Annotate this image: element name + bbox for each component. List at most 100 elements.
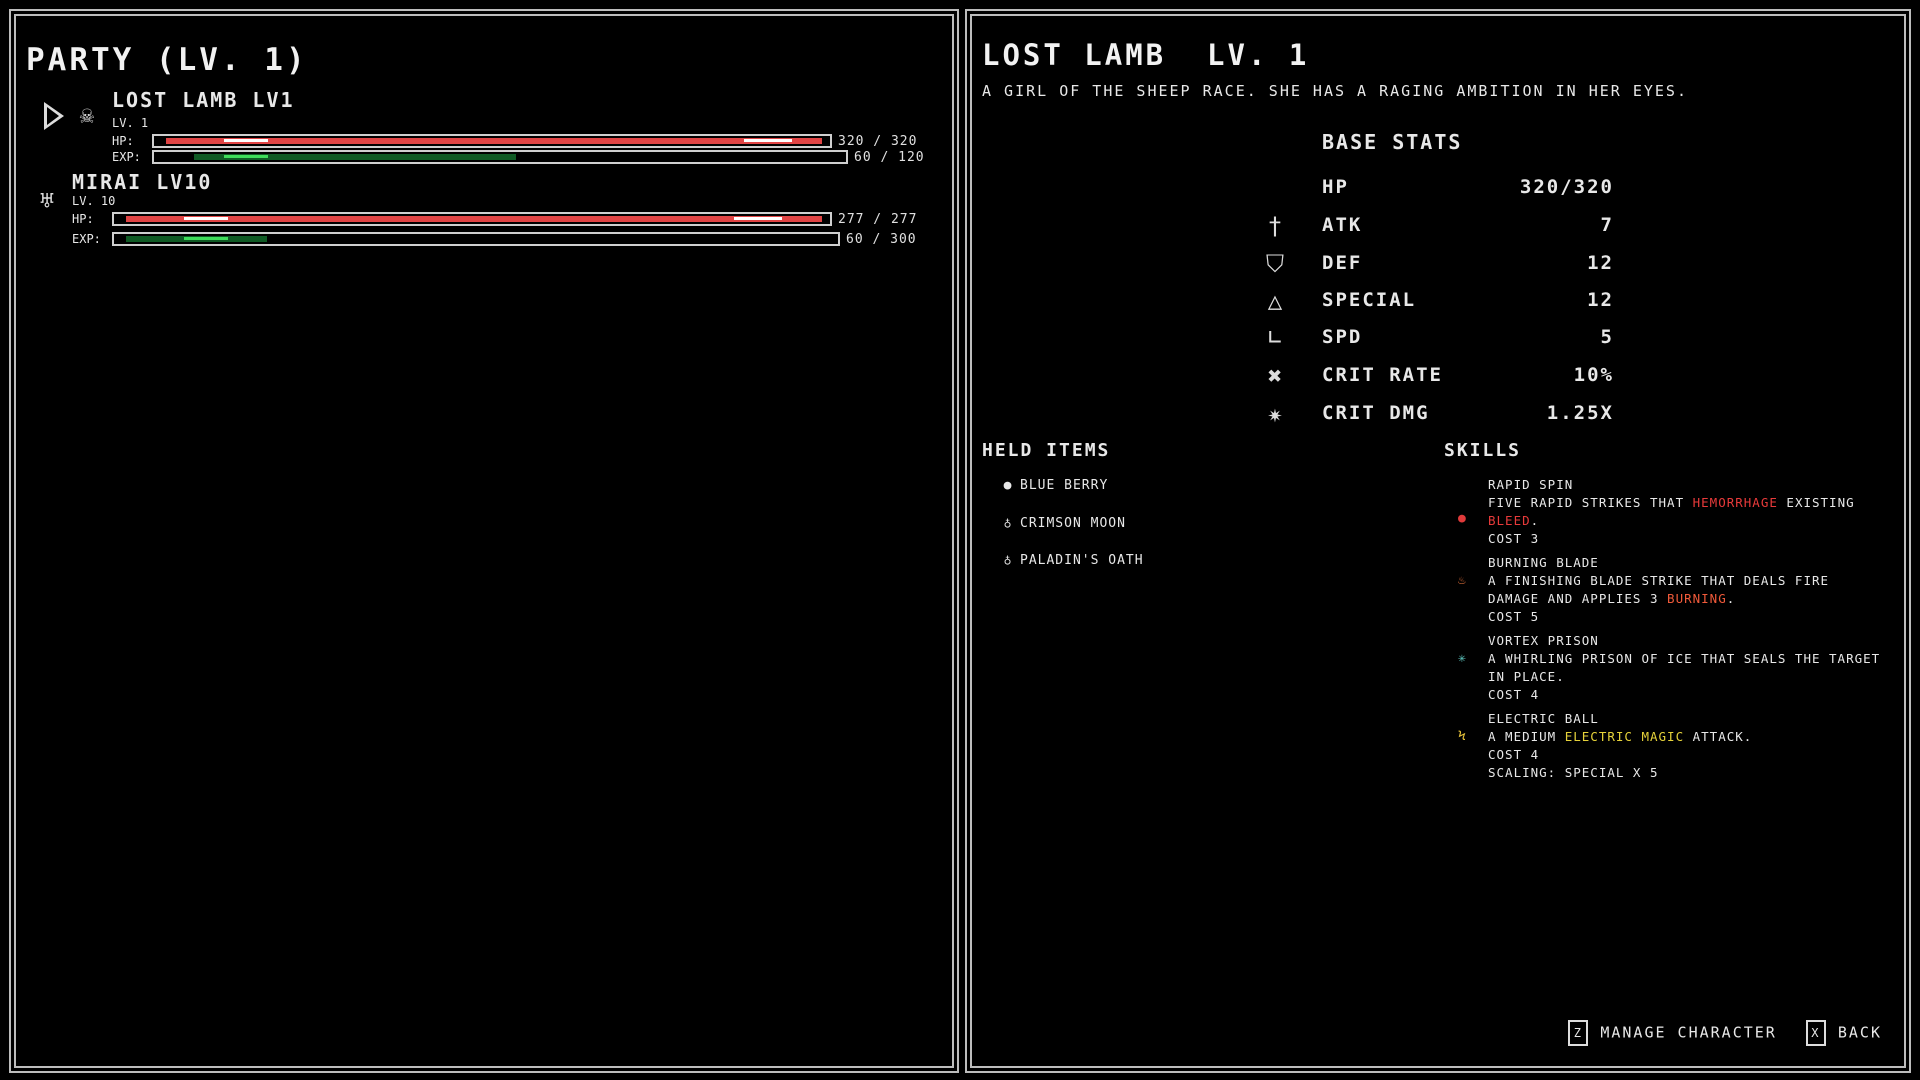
exp-label: EXP: [72,232,101,246]
flask-icon: △ [1267,287,1285,315]
skills-title: SKILLS [1444,440,1522,461]
hp-value: 277 / 277 [838,212,918,227]
skill-text: BURNING BLADE A FINISHING BLADE STRIKE T… [1488,554,1888,626]
snowflake-icon: ✳ [1458,651,1467,666]
member-name: MIRAI LV10 [72,170,213,194]
skill-description: A WHIRLING PRISON OF ICE THAT SEALS THE … [1488,651,1881,684]
held-item[interactable]: ♁ CRIMSON MOON [1000,516,1126,531]
back-button[interactable]: BACK [1838,1024,1882,1042]
hp-bar [112,212,832,226]
stat-value: 12 [1587,252,1614,274]
stat-value: 5 [1600,326,1614,348]
hp-bar-highlight [744,139,792,142]
sword-icon: † [1267,212,1285,240]
exp-bar-highlight [184,237,228,240]
character-title: LOST LAMB LV. 1 [982,38,1310,72]
keyword-electric-magic: ELECTRIC MAGIC [1564,729,1685,744]
skill-name: ELECTRIC BALL [1488,711,1599,726]
stat-special: △ SPECIAL 12 [1262,287,1614,317]
skill-desc-text: ATTACK. [1684,729,1753,744]
character-detail-panel: LOST LAMB LV. 1 A GIRL OF THE SHEEP RACE… [965,9,1911,1073]
manage-character-button[interactable]: MANAGE CHARACTER [1600,1024,1777,1042]
stat-crit-dmg: ✷ CRIT DMG 1.25X [1262,400,1614,430]
berry-icon: ● [1003,478,1013,493]
skill-text: ELECTRIC BALL A MEDIUM ELECTRIC MAGIC AT… [1488,710,1888,782]
stat-value: 320/320 [1519,176,1614,198]
member-name: LOST LAMB LV1 [112,88,295,112]
shield-icon: ⛉ [1266,250,1286,278]
exp-value: 60 / 120 [854,150,925,165]
party-member-lost-lamb[interactable]: ☠ LOST LAMB LV1 LV. 1 HP: EXP: 320 / 320… [16,88,956,174]
stat-name: ATK [1322,214,1363,236]
exp-label: EXP: [112,150,141,164]
stat-name: SPECIAL [1322,289,1417,311]
skill-desc-text: A FINISHING BLADE STRIKE THAT DEALS FIRE… [1488,573,1830,606]
x-key-icon: X [1805,1020,1826,1046]
skill-desc-text: FIVE RAPID STRIKES THAT [1488,495,1693,510]
skill-name: VORTEX PRISON [1488,633,1599,648]
hp-bar-highlight [184,217,228,220]
held-item[interactable]: ♁ PALADIN'S OATH [1000,553,1144,568]
pendant-icon: ♁ [1003,516,1013,531]
keyword-burning: BURNING [1667,591,1727,606]
held-items-title: HELD ITEMS [982,440,1111,461]
skill-cost: COST 5 [1488,609,1540,624]
hp-bar [152,134,832,148]
stat-def: ⛉ DEF 12 [1262,250,1614,280]
skill-scaling: SCALING: SPECIAL X 5 [1488,765,1659,780]
horned-character-icon: ♅ [39,187,55,215]
held-item[interactable]: ● BLUE BERRY [1000,478,1108,493]
blood-drop-icon: ● [1458,511,1467,526]
skill-cost: COST 4 [1488,687,1540,702]
skill-description: A MEDIUM ELECTRIC MAGIC ATTACK. [1488,728,1888,746]
stat-value: 1.25X [1546,402,1614,424]
held-item-name: PALADIN'S OATH [1020,553,1144,568]
skill-desc-text: A MEDIUM [1488,729,1565,744]
held-item-name: BLUE BERRY [1020,478,1109,493]
hp-label: HP: [112,134,134,148]
pendant-icon: ♁ [1003,553,1013,568]
control-hints: Z MANAGE CHARACTER X BACK [1550,1020,1882,1046]
sheep-icon: ☠ [79,101,95,129]
keyword-hemorrhage: HEMORRHAGE [1692,495,1778,510]
held-item-name: CRIMSON MOON [1020,516,1126,531]
skill-text: VORTEX PRISON A WHIRLING PRISON OF ICE T… [1488,632,1888,704]
hp-bar-fill [126,216,822,222]
stat-name: DEF [1322,252,1363,274]
base-stats-title: BASE STATS [1322,130,1463,154]
z-key-icon: Z [1568,1020,1589,1046]
party-panel: PARTY (LV. 1) ☠ LOST LAMB LV1 LV. 1 HP: … [9,9,959,1073]
stat-hp: HP 320/320 [1262,174,1614,204]
stat-value: 12 [1587,289,1614,311]
skill-description: FIVE RAPID STRIKES THAT HEMORRHAGE EXIST… [1488,494,1888,530]
exp-bar [112,232,840,246]
skill-name: RAPID SPIN [1488,477,1574,492]
stat-name: CRIT RATE [1322,364,1443,386]
exp-bar-highlight [224,155,268,158]
skill-cost: COST 4 [1488,747,1540,762]
stat-value: 7 [1600,214,1614,236]
member-level: LV. 1 [112,116,149,130]
stat-name: CRIT DMG [1322,402,1430,424]
stat-spd: ∟ SPD 5 [1262,324,1614,354]
boot-icon: ∟ [1267,324,1285,352]
stat-name: SPD [1322,326,1363,348]
party-title: PARTY (LV. 1) [26,42,308,78]
member-level: LV. 10 [72,194,116,208]
selection-cursor-icon [44,102,64,130]
skill-desc-text: EXISTING [1777,495,1855,510]
keyword-bleed: BLEED [1488,513,1531,528]
skill-text: RAPID SPIN FIVE RAPID STRIKES THAT HEMOR… [1488,476,1888,548]
burst-icon: ✷ [1267,400,1285,428]
crossed-swords-icon: ✖ [1267,362,1285,390]
exp-value: 60 / 300 [846,232,917,247]
hp-bar-highlight [224,139,268,142]
skill-desc-text: . [1726,591,1736,606]
fire-icon: ♨ [1458,573,1467,588]
skill-cost: COST 3 [1488,531,1540,546]
stat-crit-rate: ✖ CRIT RATE 10% [1262,362,1614,392]
stat-name: HP [1322,176,1349,198]
skill-desc-text: . [1530,513,1540,528]
skill-name: BURNING BLADE [1488,555,1599,570]
party-member-mirai[interactable]: ♅ MIRAI LV10 LV. 10 HP: EXP: 277 / 277 6… [16,170,956,256]
